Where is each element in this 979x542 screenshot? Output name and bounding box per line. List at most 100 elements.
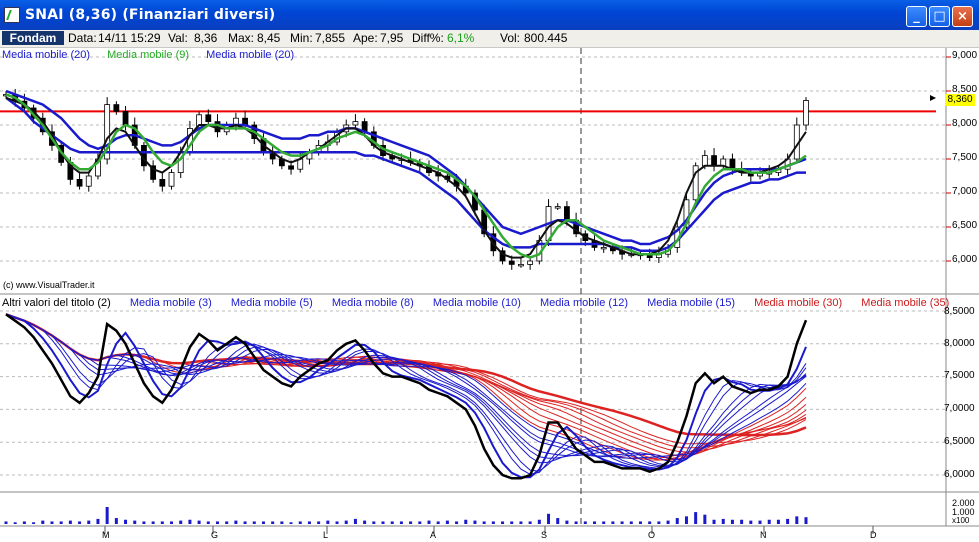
legend-mm30[interactable]: Media mobile (30)	[754, 297, 842, 309]
volume-bar	[363, 520, 367, 524]
x-tick: M	[102, 530, 110, 540]
volume-bar	[13, 522, 17, 524]
x-tick: N	[760, 530, 767, 540]
legend-mm8[interactable]: Media mobile (8)	[332, 297, 414, 309]
volume-bar	[482, 521, 486, 524]
volume-bar	[712, 519, 716, 524]
copyright-text: (c) www.VisualTrader.it	[3, 280, 95, 290]
price-chart[interactable]	[0, 0, 979, 542]
legend-mm15[interactable]: Media mobile (15)	[647, 297, 735, 309]
volume-bar	[59, 521, 63, 524]
volume-bar	[574, 521, 578, 524]
volume-bar	[510, 521, 514, 524]
volume-bar	[353, 518, 357, 524]
volume-bar	[390, 521, 394, 524]
volume-bar	[179, 520, 183, 524]
legend-ma20-b[interactable]: Media mobile (20)	[206, 49, 294, 61]
volume-bar	[22, 521, 26, 524]
volume-bar	[519, 521, 523, 524]
candle-body	[711, 155, 717, 167]
volume-bar	[4, 521, 8, 524]
candle-body	[564, 206, 570, 221]
volume-bar	[620, 521, 624, 524]
volume-bar	[307, 521, 311, 524]
candle-body	[85, 175, 92, 187]
volume-bar	[317, 521, 321, 524]
volume-bar	[215, 521, 219, 524]
volume-bar	[740, 519, 744, 524]
volume-bar	[703, 514, 707, 524]
volume-bar	[537, 519, 541, 524]
volume-bar	[804, 517, 808, 524]
legend-altri-valori[interactable]: Altri valori del titolo (2)	[2, 297, 111, 309]
legend-ma9[interactable]: Media mobile (9)	[107, 49, 189, 61]
volume-bar	[124, 519, 128, 524]
volume-bar	[142, 521, 146, 524]
volume-bar	[418, 521, 422, 524]
volume-bar	[749, 520, 753, 524]
x-tick: D	[870, 530, 877, 540]
volume-bar	[206, 521, 210, 524]
legend-mm10[interactable]: Media mobile (10)	[433, 297, 521, 309]
volume-bar	[160, 521, 164, 524]
volume-bar	[657, 521, 661, 524]
volume-bar	[225, 521, 229, 524]
volume-bar	[252, 521, 256, 524]
candle-body	[205, 114, 212, 123]
candle-body	[113, 104, 120, 112]
vol-tick: x100	[952, 516, 970, 525]
candle-body	[554, 206, 561, 209]
y-tick: 8,5000	[944, 306, 975, 317]
volume-bar	[501, 521, 505, 524]
volume-bar	[491, 521, 495, 524]
mid-legend: Altri valori del titolo (2) Media mobile…	[2, 297, 949, 309]
volume-bar	[326, 520, 330, 524]
volume-bar	[629, 521, 633, 524]
volume-bar	[795, 516, 799, 524]
volume-bar	[675, 518, 679, 524]
volume-bar	[721, 518, 725, 524]
x-tick: L	[323, 530, 329, 540]
volume-bar	[96, 518, 100, 524]
y-tick: 7,500	[952, 152, 978, 163]
candle-body	[508, 260, 515, 265]
volume-bar	[243, 521, 247, 524]
legend-ma20[interactable]: Media mobile (20)	[2, 49, 90, 61]
volume-bar	[298, 521, 302, 524]
ribbon-red-line	[5, 313, 807, 460]
volume-bar	[436, 521, 440, 524]
volume-bar	[445, 520, 449, 524]
volume-bar	[41, 520, 45, 524]
volume-bar	[593, 521, 597, 524]
ribbon-red-line	[5, 313, 807, 460]
y-tick: 6,5000	[944, 436, 975, 447]
volume-bar	[786, 518, 790, 524]
volume-bar	[133, 520, 137, 524]
volume-bar	[528, 521, 532, 524]
volume-bar	[638, 521, 642, 524]
y-tick: 7,0000	[944, 403, 975, 414]
legend-mm35[interactable]: Media mobile (35)	[861, 297, 949, 309]
volume-bar	[758, 520, 762, 524]
candle-body	[720, 158, 727, 167]
volume-bar	[234, 520, 238, 524]
volume-bar	[335, 521, 339, 524]
legend-mm3[interactable]: Media mobile (3)	[130, 297, 212, 309]
legend-mm12[interactable]: Media mobile (12)	[540, 297, 628, 309]
y-tick: 7,5000	[944, 370, 975, 381]
volume-bar	[105, 507, 109, 524]
candle-body	[122, 111, 129, 126]
volume-bar	[427, 520, 431, 524]
legend-mm5[interactable]: Media mobile (5)	[231, 297, 313, 309]
candle-body	[518, 263, 524, 267]
top-panel-bg	[0, 48, 946, 294]
volume-bar	[261, 521, 265, 524]
last-price-badge: 8,360	[945, 94, 975, 106]
volume-bar	[170, 521, 174, 524]
candle-body	[803, 100, 809, 126]
volume-bar	[280, 521, 284, 524]
volume-bar	[547, 513, 551, 524]
volume-bar	[776, 519, 780, 524]
candle-body	[76, 178, 83, 187]
volume-bar	[289, 522, 293, 524]
